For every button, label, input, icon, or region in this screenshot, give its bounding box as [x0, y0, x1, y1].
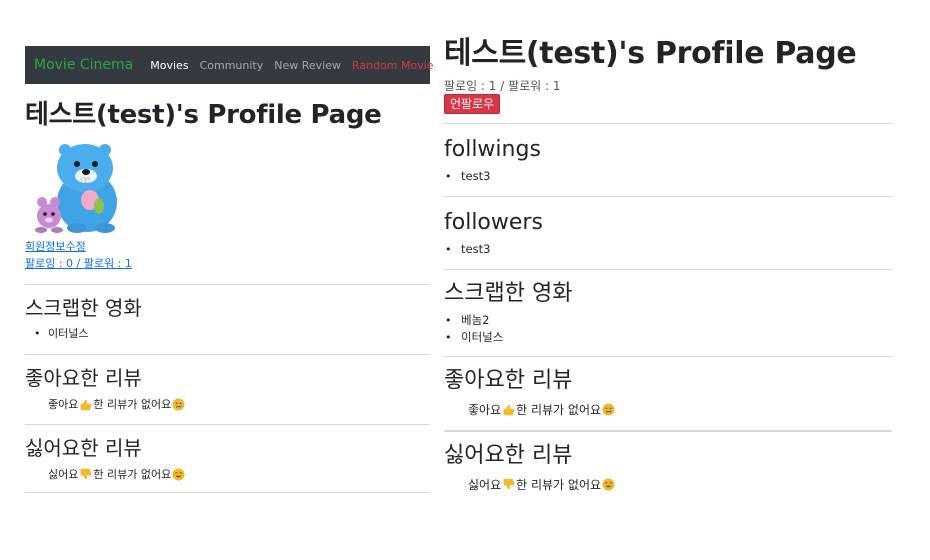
empty-suffix: 한 리뷰가 없어요 [516, 403, 602, 417]
scrapped-movies-list: 베놈2 이터널스 [444, 312, 892, 346]
sad-face-icon [172, 398, 185, 410]
divider [444, 123, 892, 124]
list-item[interactable]: 베놈2 [444, 312, 892, 329]
thumbs-up-icon [503, 404, 515, 416]
thumbs-down-icon [503, 478, 515, 490]
navbar-brand[interactable]: Movie Cinema [34, 57, 133, 73]
empty-prefix: 좋아요 [48, 398, 79, 411]
smile-face-icon [172, 468, 185, 480]
empty-prefix: 좋아요 [468, 403, 502, 417]
avatar-illustration-icon [35, 144, 117, 233]
avatar [25, 138, 125, 236]
divider [444, 430, 892, 432]
nav-community[interactable]: Community [200, 59, 264, 72]
followings-list: test3 [444, 168, 892, 185]
divider [444, 356, 892, 357]
divider [25, 424, 430, 425]
follow-counts-link[interactable]: 팔로잉 : 0 / 팔로워 : 1 [25, 255, 430, 272]
nav-movies[interactable]: Movies [150, 59, 188, 72]
list-item[interactable]: test3 [444, 241, 892, 258]
disliked-reviews-empty: 싫어요 한 리뷰가 없어요 [444, 476, 892, 493]
scrapped-movies-list: 이터널스 [25, 326, 430, 342]
list-item[interactable]: 이터널스 [444, 329, 892, 346]
empty-suffix: 한 리뷰가 없어요 [516, 478, 602, 492]
nav-random-movie[interactable]: Random Movie [352, 59, 434, 72]
liked-reviews-empty: 좋아요 한 리뷰가 없어요 [25, 396, 430, 412]
liked-reviews-heading: 좋아요한 리뷰 [25, 366, 142, 390]
divider [444, 196, 892, 197]
scrapped-movies-heading: 스크랩한 영화 [25, 296, 142, 320]
followers-heading: followers [444, 210, 543, 235]
disliked-reviews-heading: 싫어요한 리뷰 [25, 436, 142, 460]
liked-reviews-empty: 좋아요 한 리뷰가 없어요 [444, 401, 892, 418]
empty-prefix: 싫어요 [48, 468, 79, 481]
divider [444, 269, 892, 270]
list-item[interactable]: test3 [444, 168, 892, 185]
disliked-reviews-heading: 싫어요한 리뷰 [444, 443, 573, 468]
scrapped-movies-heading: 스크랩한 영화 [444, 281, 573, 306]
smile-face-icon [602, 478, 615, 491]
thumbs-down-icon [81, 468, 92, 479]
edit-profile-link[interactable]: 회원정보수정 [25, 238, 430, 255]
thumbs-up-icon [81, 399, 92, 410]
followers-list: test3 [444, 241, 892, 258]
nav-new-review[interactable]: New Review [274, 59, 341, 72]
list-item[interactable]: 이터널스 [25, 326, 430, 342]
empty-suffix: 한 리뷰가 없어요 [93, 468, 172, 481]
divider [25, 492, 430, 493]
divider [25, 354, 430, 355]
empty-prefix: 싫어요 [468, 478, 502, 492]
liked-reviews-heading: 좋아요한 리뷰 [444, 368, 573, 393]
follow-counts: 팔로잉 : 1 / 팔로워 : 1 [444, 79, 561, 93]
sad-face-icon [602, 403, 615, 416]
followings-heading: follwings [444, 137, 541, 162]
disliked-reviews-empty: 싫어요 한 리뷰가 없어요 [25, 466, 430, 482]
empty-suffix: 한 리뷰가 없어요 [93, 398, 172, 411]
page-title: 테스트(test)'s Profile Page [25, 100, 382, 130]
page-title: 테스트(test)'s Profile Page [444, 36, 857, 71]
unfollow-button[interactable]: 언팔로우 [444, 94, 501, 114]
divider [25, 284, 430, 285]
left-profile-panel: Movie Cinema Movies Community New Review… [25, 46, 434, 493]
navbar: Movie Cinema Movies Community New Review… [25, 46, 434, 84]
right-profile-panel: 테스트(test)'s Profile Page 팔로잉 : 1 / 팔로워 :… [444, 36, 892, 493]
